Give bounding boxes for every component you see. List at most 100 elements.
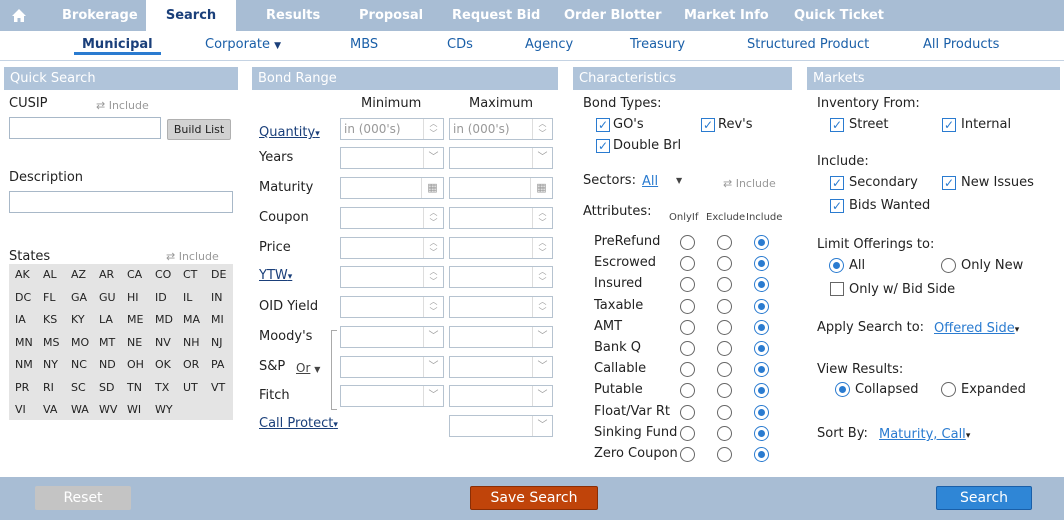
tab-order-blotter[interactable]: Order Blotter xyxy=(564,0,661,31)
ytw-dropdown[interactable]: YTW▾ xyxy=(259,268,292,283)
spinner-icon[interactable]: ︿ ﹀ xyxy=(423,267,443,287)
state-item[interactable]: NM xyxy=(15,358,33,371)
sort-dropdown[interactable]: Maturity, Call▾ xyxy=(879,427,970,442)
state-item[interactable]: WV xyxy=(99,403,117,416)
search-button[interactable]: Search xyxy=(936,486,1032,510)
ytw-min-input[interactable]: ︿ ﹀ xyxy=(340,266,444,288)
state-item[interactable]: NE xyxy=(127,336,142,349)
state-item[interactable]: IA xyxy=(15,313,26,326)
state-item[interactable]: MN xyxy=(15,336,33,349)
state-item[interactable]: WA xyxy=(71,403,89,416)
tab-search[interactable]: Search xyxy=(146,0,236,31)
maturity-min-date[interactable]: ▦ xyxy=(340,177,444,199)
years-min-select[interactable]: ﹀ xyxy=(340,147,444,169)
state-item[interactable]: MS xyxy=(43,336,59,349)
attribute-exclude-radio[interactable] xyxy=(717,404,732,420)
sp-max-select[interactable]: ﹀ xyxy=(449,356,553,378)
tab-treasury[interactable]: Treasury xyxy=(630,37,685,52)
only-new-radio[interactable] xyxy=(941,258,956,273)
state-item[interactable]: DE xyxy=(211,268,226,281)
state-item[interactable]: NJ xyxy=(211,336,222,349)
states-include-toggle[interactable]: ⇄ Include xyxy=(166,250,219,263)
state-item[interactable]: MT xyxy=(99,336,115,349)
attribute-onlyif-radio[interactable] xyxy=(680,404,695,420)
tab-quick-ticket[interactable]: Quick Ticket xyxy=(794,0,884,31)
state-item[interactable]: VI xyxy=(15,403,26,416)
state-item[interactable]: MD xyxy=(155,313,173,326)
sectors-include-toggle[interactable]: ⇄ Include xyxy=(723,177,776,190)
state-item[interactable]: NC xyxy=(71,358,87,371)
attribute-include-radio[interactable] xyxy=(754,447,769,462)
reset-button[interactable]: Reset xyxy=(35,486,131,510)
attribute-exclude-radio[interactable] xyxy=(717,425,732,441)
state-item[interactable]: IN xyxy=(211,291,222,304)
attribute-include-radio[interactable] xyxy=(754,235,769,250)
attribute-include-radio[interactable] xyxy=(754,383,769,399)
tab-structured-product[interactable]: Structured Product xyxy=(747,37,869,52)
state-item[interactable]: SC xyxy=(71,381,86,394)
state-item[interactable]: ND xyxy=(99,358,116,371)
state-item[interactable]: OH xyxy=(127,358,144,371)
state-item[interactable]: WY xyxy=(155,403,173,416)
states-list[interactable]: AK AL AZ AR CA CO CT DE DC FL GA GU HI ID IL IN IA KS KY LA… xyxy=(9,264,233,420)
rating-logic-dropdown[interactable]: Or ▼ xyxy=(296,361,320,375)
quantity-min-input[interactable]: in (000's) ︿ ﹀ xyxy=(340,118,444,140)
state-item[interactable]: OR xyxy=(183,358,199,371)
state-item[interactable]: UT xyxy=(183,381,198,394)
state-item[interactable]: IL xyxy=(183,291,192,304)
calendar-icon[interactable]: ▦ xyxy=(530,178,552,198)
tab-proposal[interactable]: Proposal xyxy=(359,0,423,31)
state-item[interactable]: AK xyxy=(15,268,30,281)
state-item[interactable]: NY xyxy=(43,358,58,371)
spinner-icon[interactable]: ︿ ﹀ xyxy=(532,267,552,287)
attribute-onlyif-radio[interactable] xyxy=(680,319,695,335)
attribute-onlyif-radio[interactable] xyxy=(680,362,695,378)
tab-municipal[interactable]: Municipal xyxy=(74,37,161,55)
attribute-onlyif-radio[interactable] xyxy=(680,341,695,356)
attribute-exclude-radio[interactable] xyxy=(717,277,732,293)
state-item[interactable]: FL xyxy=(43,291,55,304)
attribute-include-radio[interactable] xyxy=(754,256,769,272)
attribute-exclude-radio[interactable] xyxy=(717,319,732,335)
attribute-include-radio[interactable] xyxy=(754,298,769,314)
cusip-input[interactable] xyxy=(9,117,161,139)
attribute-exclude-radio[interactable] xyxy=(717,256,732,272)
state-item[interactable]: MA xyxy=(183,313,200,326)
bids-wanted-checkbox[interactable]: ✓ xyxy=(830,199,844,213)
state-item[interactable]: NH xyxy=(183,336,200,349)
attribute-exclude-radio[interactable] xyxy=(717,362,732,378)
expanded-radio[interactable] xyxy=(941,382,956,397)
tab-results[interactable]: Results xyxy=(266,0,320,31)
description-input[interactable] xyxy=(9,191,233,213)
tab-cds[interactable]: CDs xyxy=(447,37,473,52)
state-item[interactable]: KS xyxy=(43,313,57,326)
state-item[interactable]: MI xyxy=(211,313,224,326)
all-radio[interactable] xyxy=(829,258,844,273)
home-tab[interactable] xyxy=(0,0,37,31)
state-item[interactable]: HI xyxy=(127,291,139,304)
new-issues-checkbox[interactable]: ✓ xyxy=(942,176,956,190)
state-item[interactable]: GU xyxy=(99,291,116,304)
state-item[interactable]: RI xyxy=(43,381,54,394)
save-search-button[interactable]: Save Search xyxy=(470,486,598,510)
call-protect-dropdown[interactable]: Call Protect▾ xyxy=(259,416,338,431)
state-item[interactable]: OK xyxy=(155,358,171,371)
state-item[interactable]: CT xyxy=(183,268,197,281)
bid-side-checkbox[interactable] xyxy=(830,282,844,296)
attribute-onlyif-radio[interactable] xyxy=(680,425,695,441)
tab-all-products[interactable]: All Products xyxy=(923,37,999,52)
attribute-include-radio[interactable] xyxy=(754,341,769,356)
attribute-exclude-radio[interactable] xyxy=(717,341,732,356)
call-protect-select[interactable]: ﹀ xyxy=(449,415,553,437)
spinner-icon[interactable]: ︿ ﹀ xyxy=(423,238,443,258)
state-item[interactable]: DC xyxy=(15,291,31,304)
attribute-exclude-radio[interactable] xyxy=(717,298,732,314)
secondary-checkbox[interactable]: ✓ xyxy=(830,176,844,190)
spinner-icon[interactable]: ︿ ﹀ xyxy=(423,119,443,139)
price-max-input[interactable]: ︿ ﹀ xyxy=(449,237,553,259)
build-list-button[interactable]: Build List xyxy=(167,119,231,140)
state-item[interactable]: TX xyxy=(155,381,169,394)
spinner-icon[interactable]: ︿ ﹀ xyxy=(532,119,552,139)
state-item[interactable]: AZ xyxy=(71,268,86,281)
state-item[interactable]: CA xyxy=(127,268,142,281)
